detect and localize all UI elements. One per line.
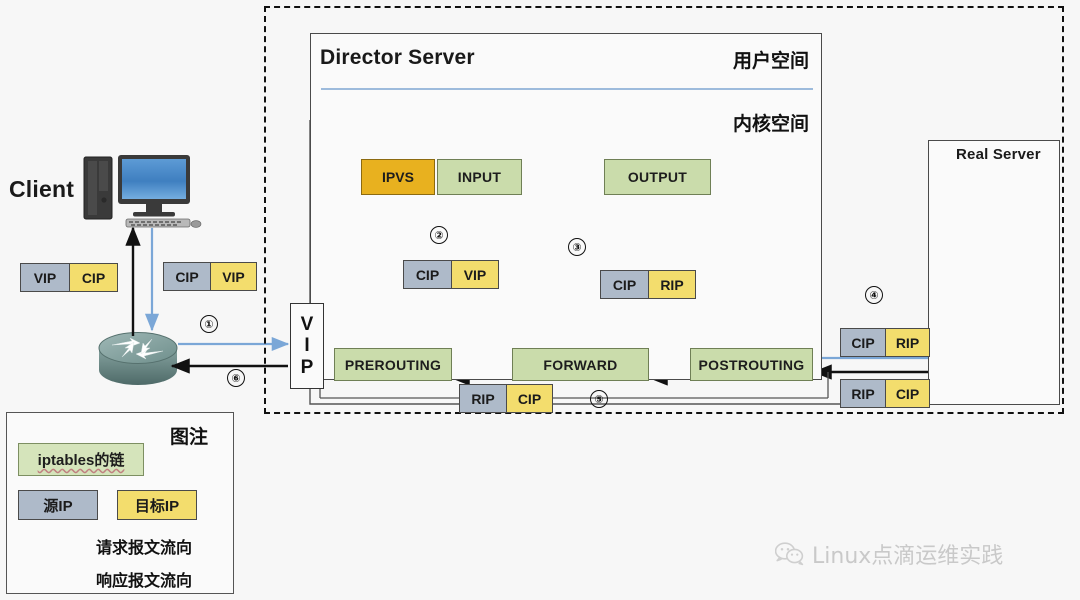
- vip-gateway-box[interactable]: V I P: [290, 303, 324, 389]
- ip-src-label: CIP: [601, 271, 648, 298]
- director-server-title: Director Server: [320, 46, 475, 69]
- ip-dst-label: CIP: [68, 264, 117, 291]
- ip-dst-label: RIP: [884, 329, 929, 356]
- user-kernel-divider: [321, 88, 813, 90]
- director-server-frame: [310, 33, 822, 380]
- ip-pair-realserver-in: CIP RIP: [840, 328, 930, 357]
- ipvs-box[interactable]: IPVS: [361, 159, 435, 195]
- ip-src-label: RIP: [460, 385, 506, 412]
- ip-pair-realserver-out: RIP CIP: [840, 379, 930, 408]
- prerouting-chain-box[interactable]: PREROUTING: [334, 348, 452, 381]
- ip-pair-prerouting-in: CIP VIP: [403, 260, 499, 289]
- ip-src-label: CIP: [404, 261, 451, 288]
- watermark-text: Linux点滴运维实践: [812, 544, 1004, 569]
- ip-src-label: CIP: [841, 329, 885, 356]
- vip-line-3: P: [300, 356, 314, 378]
- vip-line-2: I: [304, 335, 310, 357]
- ip-dst-label: VIP: [450, 261, 498, 288]
- ip-pair-return-in: RIP CIP: [459, 384, 553, 413]
- legend-response-flow-label: 响应报文流向: [96, 571, 193, 590]
- output-chain-box[interactable]: OUTPUT: [604, 159, 711, 195]
- ip-dst-label: CIP: [884, 380, 929, 407]
- legend-dest-ip-swatch: 目标IP: [117, 490, 197, 520]
- legend-chain-swatch: iptables的链: [18, 443, 144, 476]
- legend-request-flow-label: 请求报文流向: [96, 538, 193, 557]
- step-marker-6: ⑥: [227, 369, 245, 387]
- legend-title: 图注: [170, 426, 209, 448]
- step-marker-4: ④: [865, 286, 883, 304]
- real-server-title: Real Server: [956, 146, 1041, 163]
- client-label: Client: [9, 176, 75, 202]
- client-computer-icon: [83, 155, 202, 228]
- input-chain-box[interactable]: INPUT: [437, 159, 522, 195]
- step-marker-1: ①: [200, 315, 218, 333]
- step-marker-5: ⑤: [590, 390, 608, 408]
- legend-source-ip-swatch: 源IP: [18, 490, 98, 520]
- ip-dst-label: CIP: [505, 385, 552, 412]
- ip-dst-label: VIP: [209, 263, 256, 290]
- ip-pair-client-request: CIP VIP: [163, 262, 257, 291]
- postrouting-chain-box[interactable]: POSTROUTING: [690, 348, 813, 381]
- wechat-icon: [775, 542, 804, 566]
- step-marker-3: ③: [568, 238, 586, 256]
- step-marker-2: ②: [430, 226, 448, 244]
- ip-pair-postrouting-out: CIP RIP: [600, 270, 696, 299]
- router-icon: [98, 332, 178, 385]
- user-space-label: 用户空间: [733, 50, 810, 72]
- diagram-canvas: Director Server 用户空间 内核空间 Real Server Cl…: [0, 0, 1080, 600]
- ip-pair-client-response: VIP CIP: [20, 263, 118, 292]
- vip-line-1: V: [300, 314, 314, 336]
- ip-dst-label: RIP: [647, 271, 695, 298]
- watermark: Linux点滴运维实践: [775, 538, 1003, 570]
- kernel-space-label: 内核空间: [733, 113, 810, 135]
- ip-src-label: CIP: [164, 263, 210, 290]
- ip-src-label: VIP: [21, 264, 69, 291]
- real-server-frame: [928, 140, 1060, 405]
- ip-src-label: RIP: [841, 380, 885, 407]
- forward-chain-box[interactable]: FORWARD: [512, 348, 649, 381]
